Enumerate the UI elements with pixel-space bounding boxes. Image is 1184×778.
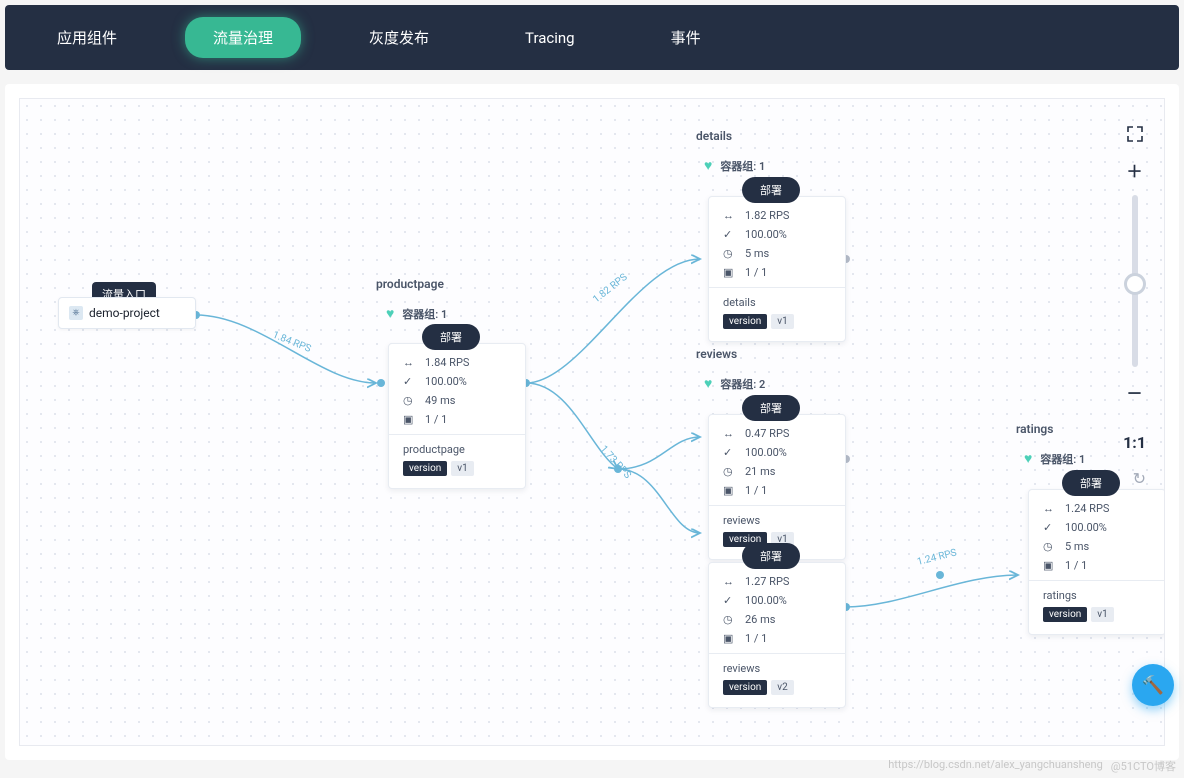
deploy-badge-reviews-v1[interactable]: 部署	[742, 395, 800, 421]
check-icon: ✓	[403, 375, 415, 388]
cube-icon: ▣	[723, 632, 735, 645]
deploy-badge-details[interactable]: 部署	[742, 177, 800, 203]
service-title-ratings: ratings	[1016, 422, 1053, 436]
heart-icon: ♥	[704, 375, 712, 392]
pod-row-productpage: ♥ 容器组: 1	[386, 305, 447, 322]
topology-canvas[interactable]: 1.84 RPS 1.82 RPS 1.73 RPS 1.24	[19, 98, 1165, 746]
tab-gray-release[interactable]: 灰度发布	[341, 17, 457, 58]
check-icon: ✓	[723, 446, 735, 459]
swap-icon: ↔	[1043, 502, 1055, 515]
tab-tracing[interactable]: Tracing	[497, 19, 603, 57]
stats-card-ratings[interactable]: ↔1.24 RPS ✓100.00% ◷5 ms ▣1 / 1 ratings …	[1028, 489, 1165, 635]
hammer-icon: 🔨	[1142, 675, 1164, 696]
deploy-badge-productpage[interactable]: 部署	[422, 324, 480, 350]
clock-icon: ◷	[723, 247, 735, 260]
ingress-name: demo-project	[89, 306, 160, 320]
clock-icon: ◷	[1043, 540, 1055, 553]
watermark: https://blog.csdn.net/alex_yangchuanshen…	[888, 758, 1176, 774]
ingress-node[interactable]: ⎈ demo-project	[58, 297, 196, 329]
zoom-slider[interactable]	[1132, 195, 1138, 367]
heart-icon: ♥	[704, 157, 712, 174]
swap-icon: ↔	[723, 427, 735, 440]
stats-card-details[interactable]: ↔1.82 RPS ✓100.00% ◷5 ms ▣1 / 1 details …	[708, 196, 846, 342]
tab-app-components[interactable]: 应用组件	[29, 17, 145, 58]
clock-icon: ◷	[403, 394, 415, 407]
tab-events[interactable]: 事件	[643, 17, 729, 58]
stats-card-productpage[interactable]: ↔1.84 RPS ✓100.00% ◷49 ms ▣1 / 1 product…	[388, 343, 526, 489]
service-title-reviews: reviews	[696, 347, 737, 361]
canvas-controls: ＋ － 1:1	[1123, 123, 1146, 452]
deploy-badge-ratings[interactable]: 部署	[1062, 470, 1120, 496]
check-icon: ✓	[723, 228, 735, 241]
fit-button[interactable]: 1:1	[1123, 433, 1146, 452]
cube-icon: ▣	[723, 484, 735, 497]
svg-text:1.24 RPS: 1.24 RPS	[916, 547, 958, 567]
check-icon: ✓	[723, 594, 735, 607]
swap-icon: ↔	[403, 356, 415, 369]
fullscreen-button[interactable]	[1124, 123, 1146, 145]
svg-text:1.82 RPS: 1.82 RPS	[591, 272, 630, 306]
fab-tools[interactable]: 🔨	[1132, 664, 1174, 706]
tab-traffic-governance[interactable]: 流量治理	[185, 17, 301, 58]
service-title-details: details	[696, 129, 732, 143]
stats-card-reviews-v1[interactable]: ↔0.47 RPS ✓100.00% ◷21 ms ▣1 / 1 reviews…	[708, 414, 846, 560]
zoom-in-button[interactable]: ＋	[1124, 159, 1146, 181]
swap-icon: ↔	[723, 575, 735, 588]
clock-icon: ◷	[723, 465, 735, 478]
cube-icon: ▣	[403, 413, 415, 426]
tabs-bar: 应用组件 流量治理 灰度发布 Tracing 事件	[5, 5, 1179, 70]
heart-icon: ♥	[1024, 450, 1032, 467]
pod-row-reviews: ♥ 容器组: 2	[704, 375, 765, 392]
cube-icon: ▣	[723, 266, 735, 279]
swap-icon: ↔	[723, 209, 735, 222]
ingress-icon: ⎈	[69, 306, 83, 320]
deploy-badge-reviews-v2[interactable]: 部署	[742, 543, 800, 569]
clock-icon: ◷	[723, 613, 735, 626]
zoom-out-button[interactable]: －	[1124, 381, 1146, 403]
svg-text:1.84 RPS: 1.84 RPS	[271, 330, 313, 355]
svg-text:1.73 RPS: 1.73 RPS	[598, 444, 633, 481]
service-title-productpage: productpage	[376, 277, 444, 291]
zoom-slider-knob[interactable]	[1124, 273, 1146, 295]
heart-icon: ♥	[386, 305, 394, 322]
pod-row-details: ♥ 容器组: 1	[704, 157, 765, 174]
refresh-button[interactable]: ↻	[1133, 469, 1146, 488]
pod-row-ratings: ♥ 容器组: 1	[1024, 450, 1085, 467]
cube-icon: ▣	[1043, 559, 1055, 572]
check-icon: ✓	[1043, 521, 1055, 534]
stats-card-reviews-v2[interactable]: ↔1.27 RPS ✓100.00% ◷26 ms ▣1 / 1 reviews…	[708, 562, 846, 708]
